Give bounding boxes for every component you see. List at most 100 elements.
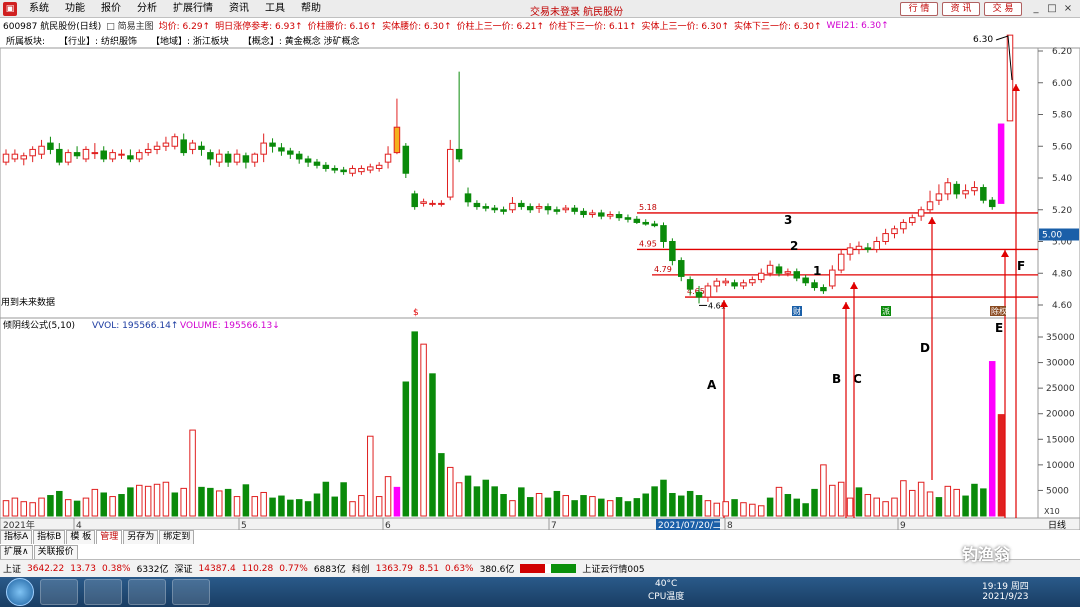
month-label-2: 6 xyxy=(385,521,391,530)
candle-body-22 xyxy=(198,145,205,150)
volume-bar-33 xyxy=(295,499,303,517)
candle-body-81 xyxy=(722,280,729,284)
volume-bar-27 xyxy=(242,484,250,517)
extension-tab-0[interactable]: 扩展∧ xyxy=(0,545,33,559)
volume-bar-60 xyxy=(535,492,543,517)
candle-body-89 xyxy=(793,271,801,279)
candle-body-41 xyxy=(367,166,374,171)
candle-body-13 xyxy=(118,153,125,156)
volume-bar-70 xyxy=(624,501,632,517)
volume-bar-93 xyxy=(829,484,836,517)
price-tick-label-5: 5.20 xyxy=(1052,206,1072,216)
candle-body-9 xyxy=(82,148,90,160)
price-tick-label-2: 5.80 xyxy=(1052,111,1072,121)
candle-body-47 xyxy=(420,201,427,204)
candle-body-98 xyxy=(873,241,880,250)
indicator-tab-2[interactable]: 模 板 xyxy=(66,530,96,544)
annotation-2: 2 xyxy=(790,239,798,253)
volume-bar-18 xyxy=(162,481,170,517)
candle-body-16 xyxy=(144,148,152,154)
candle-body-11 xyxy=(100,150,107,160)
candle-body-10 xyxy=(91,152,99,155)
taskbar-app-3[interactable] xyxy=(128,579,166,605)
volume-bar-prev-filled xyxy=(997,414,1005,517)
volume-bar-108 xyxy=(962,495,969,517)
volume-bar-78 xyxy=(695,495,703,517)
volume-bar-83 xyxy=(740,502,747,517)
volume-bar-9 xyxy=(82,497,90,517)
taskbar-app-4[interactable] xyxy=(172,579,210,605)
volume-bar-21 xyxy=(189,429,196,517)
stock-app-window: ▣ 系统 功能 报价 分析 扩展行情 资讯 工具 帮助 交易未登录 航民股份 行… xyxy=(0,0,1080,607)
price-tick-label-8: 4.60 xyxy=(1052,301,1072,311)
sz-label: 深证 xyxy=(174,565,193,575)
cpu-temp-label: CPU温度 xyxy=(648,592,685,602)
candle-body-14 xyxy=(127,155,134,160)
sh-label: 上证 xyxy=(3,565,22,575)
volume-bar-90 xyxy=(802,503,809,517)
candle-body-112 xyxy=(997,123,1005,204)
candle-body-85 xyxy=(757,272,765,281)
current-price-label: 5.00 xyxy=(1042,231,1062,241)
candle-body-84 xyxy=(749,279,756,284)
candle-body-44 xyxy=(393,126,401,154)
volume-bar-62 xyxy=(553,490,561,517)
volume-bar-13 xyxy=(118,494,125,517)
event-tag-1: 派 xyxy=(882,307,890,316)
volume-bar-32 xyxy=(287,499,294,517)
indicator-tab-1[interactable]: 指标B xyxy=(33,530,66,544)
volume-bar-69 xyxy=(615,497,623,517)
candle-body-29 xyxy=(260,142,267,155)
month-label-5: 9 xyxy=(900,521,906,530)
volume-bar-106 xyxy=(944,485,952,517)
volume-bar-72 xyxy=(642,493,649,517)
volume-bar-39 xyxy=(349,501,356,517)
candle-body-92 xyxy=(820,287,827,292)
volume-bar-19 xyxy=(171,492,179,517)
volume-bar-3 xyxy=(29,502,36,517)
candle-body-21 xyxy=(189,142,196,150)
candle-body-91 xyxy=(811,282,818,289)
taskbar-app-1[interactable] xyxy=(40,579,78,605)
watermark: 钓渔翁 xyxy=(962,545,1011,564)
volume-bar-98 xyxy=(873,497,880,517)
volume-bar-88 xyxy=(784,494,792,517)
volume-tick-label-1: 30000 xyxy=(1046,359,1075,369)
candle-body-37 xyxy=(331,167,338,171)
kc-label: 科创 xyxy=(351,565,370,575)
volume-bar-20 xyxy=(180,487,187,517)
start-button-icon[interactable] xyxy=(6,578,34,606)
candle-body-39 xyxy=(349,167,356,174)
volume-value: VOLUME: 195566.13↓ xyxy=(180,321,280,331)
sz-change: 110.28 xyxy=(241,563,274,574)
candle-body-75 xyxy=(669,241,676,262)
candle-body-94 xyxy=(837,253,845,271)
candle-body-56 xyxy=(500,209,507,212)
candle-body-59 xyxy=(526,206,534,211)
volume-bar-97 xyxy=(864,494,872,517)
volume-scale-label: X10 xyxy=(1044,507,1060,516)
taskbar-app-2[interactable] xyxy=(84,579,122,605)
extension-tab-1[interactable]: 关联报价 xyxy=(33,545,78,559)
future-data-note: 用到未来数据 xyxy=(1,296,55,308)
volume-bar-26 xyxy=(233,496,241,517)
volume-bar-53 xyxy=(473,486,481,517)
volume-tick-label-6: 5000 xyxy=(1046,486,1069,496)
kc-amount: 380.6亿 xyxy=(479,565,515,575)
candle-body-34 xyxy=(304,158,312,163)
candle-body-54 xyxy=(482,206,490,209)
candle-body-17 xyxy=(153,145,161,150)
kline-chart[interactable]: 6.206.005.805.605.405.205.004.804.605.00… xyxy=(0,0,1080,530)
temperature-value: 40°C xyxy=(655,579,678,589)
candle-body-27 xyxy=(242,155,250,163)
volume-bar-5 xyxy=(47,495,54,517)
indicator-tab-3[interactable]: 管理 xyxy=(96,530,123,544)
candle-body-20 xyxy=(180,139,187,154)
indicator-tab-0[interactable]: 指标A xyxy=(0,530,33,544)
volume-bar-22 xyxy=(198,486,205,517)
volume-bar-54 xyxy=(482,479,490,517)
candle-body-45 xyxy=(402,145,410,174)
indicator-tab-4[interactable]: 另存为 xyxy=(123,530,159,544)
volume-tick-label-4: 15000 xyxy=(1046,435,1075,445)
indicator-tab-5[interactable]: 绑定到 xyxy=(159,530,195,544)
